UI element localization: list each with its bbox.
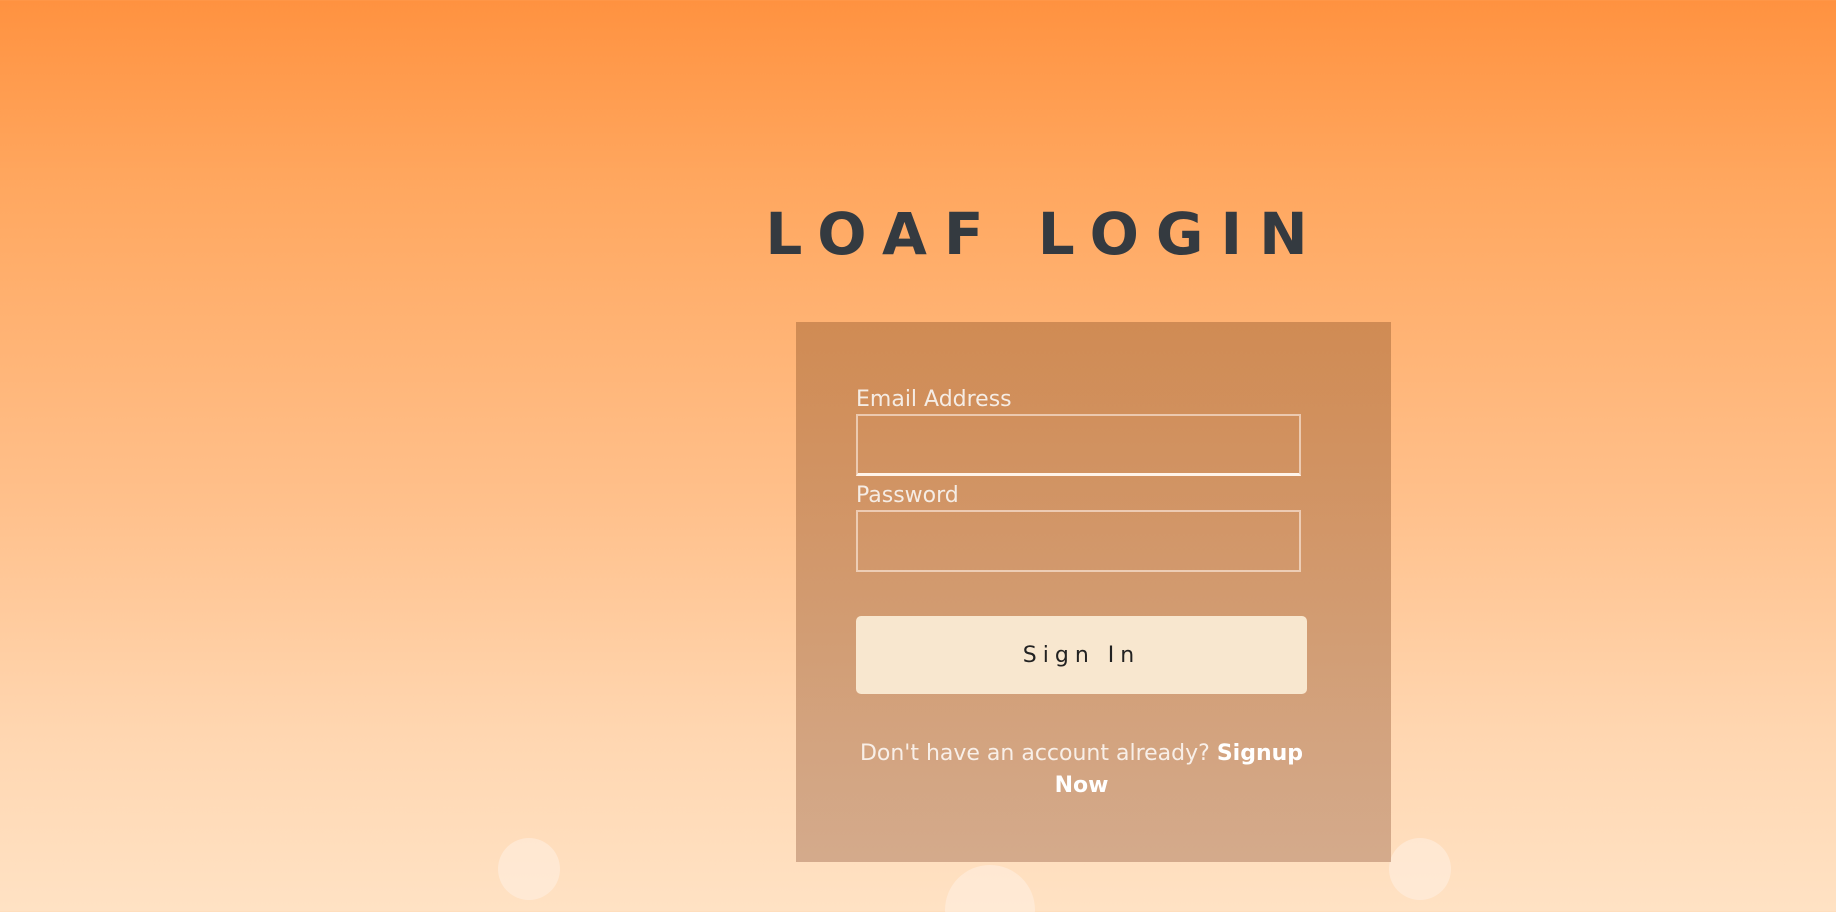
password-field[interactable]: [856, 510, 1301, 572]
signup-prompt-text: Don't have an account already?: [859, 741, 1210, 766]
email-field[interactable]: [856, 414, 1301, 476]
password-label: Password: [856, 483, 959, 508]
email-label: Email Address: [856, 387, 1012, 412]
sign-in-button[interactable]: Sign In: [856, 616, 1307, 694]
page-title: LOAF LOGIN: [765, 200, 1325, 268]
decorative-bubble: [498, 838, 560, 900]
login-card: Email Address Password Sign In Don't hav…: [796, 322, 1391, 862]
decorative-bubble: [1389, 838, 1451, 900]
decorative-bubble: [945, 865, 1035, 912]
signup-prompt-line: Don't have an account already? Signup No…: [856, 738, 1307, 802]
